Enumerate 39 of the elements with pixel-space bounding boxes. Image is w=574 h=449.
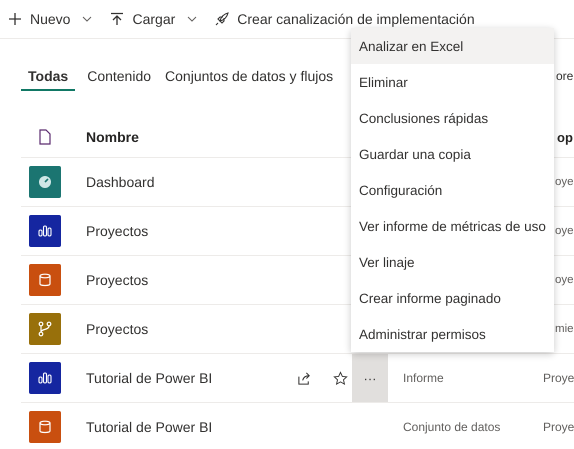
toolbar-button[interactable]: Nuevo — [8, 11, 92, 27]
item-name[interactable]: Proyectos — [86, 272, 286, 288]
plus-icon — [8, 12, 22, 26]
more-options-button[interactable]: ··· — [352, 354, 388, 402]
tab[interactable]: Todas — [21, 62, 76, 91]
tab[interactable]: Contenido — [80, 62, 158, 91]
item-name[interactable]: Proyectos — [86, 321, 286, 337]
item-owner: oye — [555, 176, 574, 188]
rocket-icon — [215, 12, 230, 26]
item-owner: Proye — [543, 420, 574, 434]
menu-item[interactable]: Guardar una copia — [351, 136, 554, 172]
item-name[interactable]: Proyectos — [86, 223, 286, 239]
item-type: Informe — [403, 371, 444, 385]
toolbar-button[interactable]: Cargar — [110, 11, 198, 27]
menu-item[interactable]: Configuración — [351, 172, 554, 208]
toolbar-button[interactable]: Crear canalización de implementación — [215, 11, 475, 27]
item-name[interactable]: Tutorial de Power BI — [86, 370, 286, 386]
share-icon[interactable] — [297, 370, 312, 386]
item-name[interactable]: Dashboard — [86, 174, 286, 190]
star-icon[interactable] — [333, 370, 348, 386]
menu-item[interactable]: Eliminar — [351, 64, 554, 100]
item-owner: mie — [555, 323, 574, 335]
column-header[interactable]: op — [557, 130, 573, 144]
menu-item[interactable]: Crear informe paginado — [351, 280, 554, 316]
menu-item[interactable]: Ver linaje — [351, 244, 554, 280]
tab[interactable]: ore — [556, 62, 574, 91]
item-type: Conjunto de datos — [403, 420, 500, 434]
upload-icon — [110, 12, 124, 26]
item-owner: oye — [555, 274, 574, 286]
menu-item[interactable]: Analizar en Excel — [351, 28, 554, 64]
menu-item[interactable]: Ver informe de métricas de uso — [351, 208, 554, 244]
item-name[interactable]: Tutorial de Power BI — [86, 419, 286, 435]
menu-item[interactable]: Administrar permisos — [351, 316, 554, 352]
item-owner: oye — [555, 225, 574, 237]
item-owner: Proye — [543, 371, 574, 385]
tab[interactable]: Conjuntos de datos y flujos — [158, 62, 340, 91]
column-header[interactable]: Nombre — [86, 129, 286, 145]
document-icon — [39, 129, 51, 145]
menu-item[interactable]: Conclusiones rápidas — [351, 100, 554, 136]
